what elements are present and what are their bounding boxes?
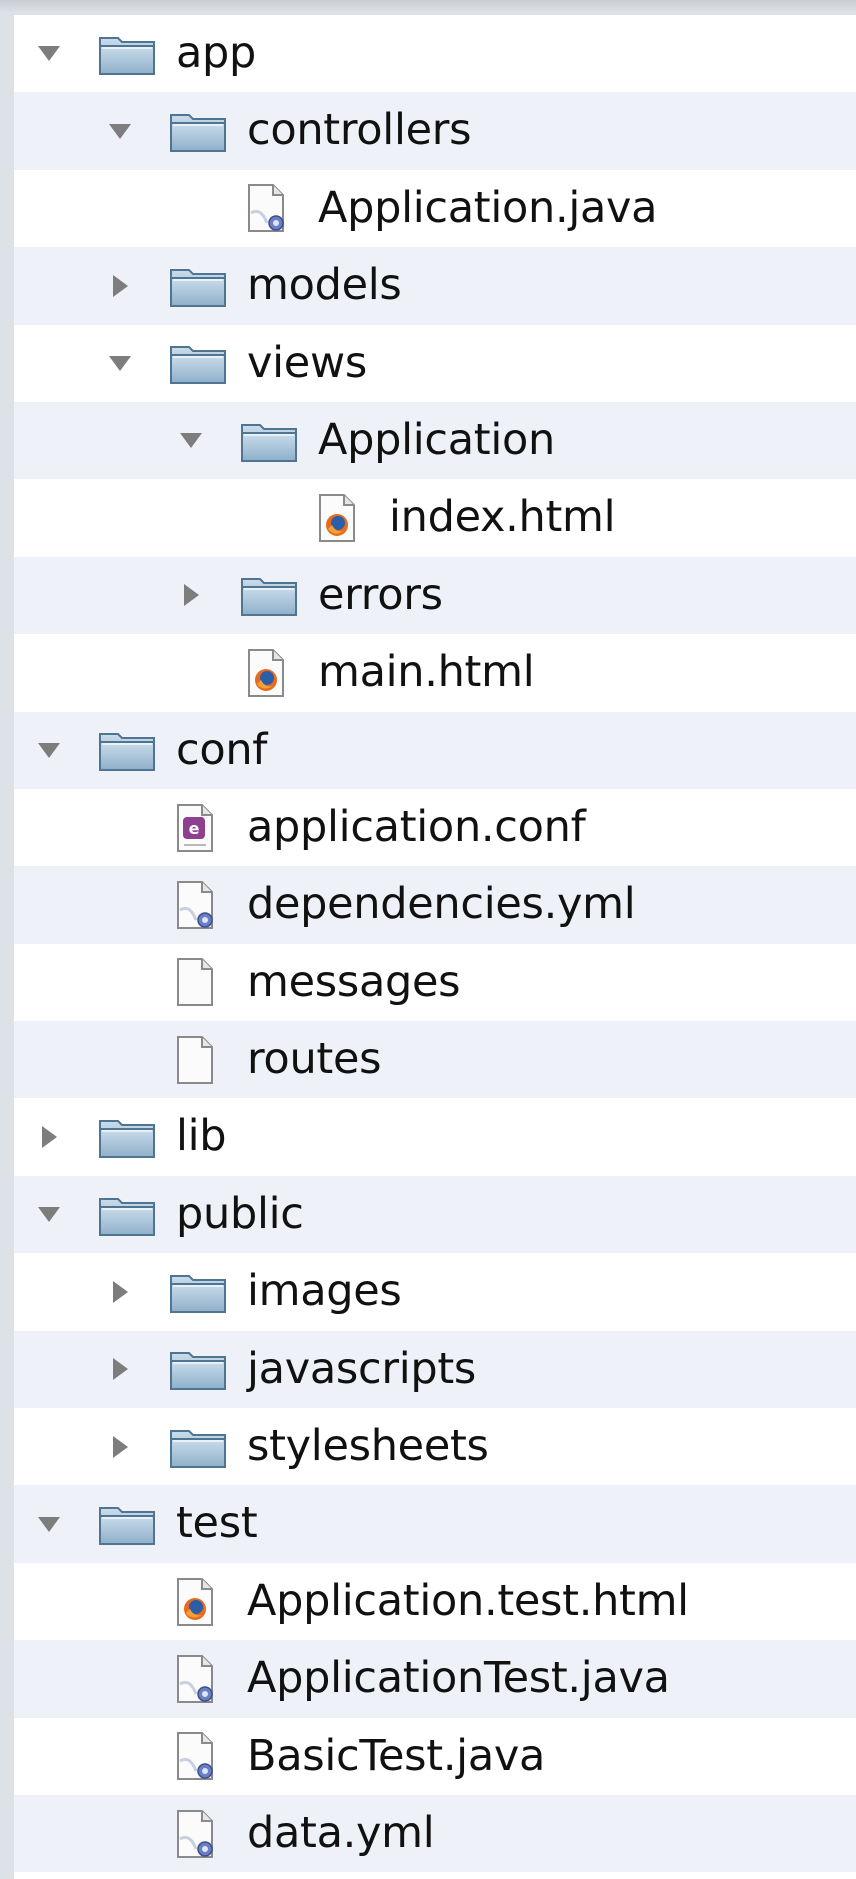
file-row[interactable]: index.html — [14, 479, 856, 556]
folder-label: Application — [318, 414, 555, 465]
file-label: main.html — [318, 647, 535, 698]
file-label: dependencies.yml — [247, 879, 636, 930]
html-file-icon — [175, 1563, 215, 1640]
folder-row[interactable]: models — [14, 247, 856, 325]
folder-row[interactable]: errors — [14, 556, 856, 635]
disclosure-expanded-icon[interactable] — [105, 92, 135, 169]
disclosure-collapsed-icon[interactable] — [105, 1408, 135, 1485]
file-label: Application.test.html — [247, 1575, 689, 1626]
svg-text:e: e — [189, 819, 200, 838]
java-file-icon — [175, 866, 215, 943]
disclosure-expanded-icon[interactable] — [105, 325, 135, 402]
folder-icon — [240, 402, 298, 479]
folder-icon — [240, 557, 298, 634]
folder-icon — [98, 1098, 156, 1175]
file-row[interactable]: Application.test.html — [14, 1563, 856, 1640]
disclosure-expanded-icon[interactable] — [176, 402, 206, 479]
folder-row[interactable]: conf — [14, 711, 856, 789]
file-label: Application.java — [318, 182, 658, 233]
folder-label: models — [247, 260, 402, 311]
blank-file-icon — [175, 1021, 215, 1098]
file-label: data.yml — [247, 1807, 435, 1858]
file-label: messages — [247, 956, 461, 1007]
folder-row[interactable]: javascripts — [14, 1330, 856, 1409]
folder-row[interactable]: images — [14, 1253, 856, 1330]
html-file-icon — [317, 479, 357, 556]
folder-row[interactable]: Application — [14, 401, 856, 480]
file-row[interactable]: messages — [14, 944, 856, 1021]
file-row[interactable]: data.yml — [14, 1794, 856, 1873]
java-file-icon — [175, 1640, 215, 1717]
folder-label: conf — [176, 724, 268, 775]
folder-row[interactable]: controllers — [14, 92, 856, 170]
file-row[interactable]: main.html — [14, 634, 856, 711]
disclosure-collapsed-icon[interactable] — [176, 557, 206, 634]
folder-row[interactable]: app — [14, 15, 856, 92]
file-row[interactable]: e application.conf — [14, 789, 856, 866]
disclosure-collapsed-icon[interactable] — [105, 1331, 135, 1408]
folder-label: test — [176, 1498, 258, 1549]
disclosure-expanded-icon[interactable] — [34, 15, 64, 92]
folder-icon — [169, 1331, 227, 1408]
folder-label: images — [247, 1266, 402, 1317]
java-file-icon — [175, 1718, 215, 1795]
folder-icon — [98, 15, 156, 92]
folder-label: stylesheets — [247, 1421, 489, 1472]
folder-label: app — [176, 28, 257, 78]
window-frame: app controllers Application.java models view… — [0, 0, 856, 1879]
folder-row[interactable]: views — [14, 325, 856, 402]
disclosure-collapsed-icon[interactable] — [105, 247, 135, 324]
folder-icon — [169, 1253, 227, 1330]
folder-label: controllers — [247, 105, 472, 156]
file-row[interactable]: routes — [14, 1021, 856, 1099]
folder-label: errors — [318, 569, 443, 620]
folder-label: lib — [176, 1111, 227, 1162]
folder-label: javascripts — [247, 1343, 477, 1394]
file-row[interactable]: BasicTest.java — [14, 1718, 856, 1795]
folder-icon — [169, 247, 227, 324]
folder-row[interactable]: public — [14, 1175, 856, 1254]
file-label: BasicTest.java — [247, 1730, 546, 1781]
folder-icon — [98, 1176, 156, 1253]
conf-file-icon: e — [175, 789, 215, 866]
folder-row[interactable]: lib — [14, 1098, 856, 1175]
folder-row[interactable]: stylesheets — [14, 1408, 856, 1485]
html-file-icon — [246, 634, 286, 711]
disclosure-expanded-icon[interactable] — [34, 1176, 64, 1253]
file-label: routes — [247, 1034, 382, 1085]
java-file-icon — [175, 1795, 215, 1872]
folder-label: public — [176, 1188, 304, 1239]
disclosure-expanded-icon[interactable] — [34, 1485, 64, 1562]
file-tree: app controllers Application.java models view… — [14, 15, 856, 1879]
file-label: index.html — [389, 492, 616, 543]
folder-icon — [169, 325, 227, 402]
folder-row[interactable]: test — [14, 1485, 856, 1563]
folder-label: views — [247, 337, 367, 388]
blank-file-icon — [175, 944, 215, 1021]
java-file-icon — [246, 170, 286, 247]
disclosure-collapsed-icon[interactable] — [105, 1253, 135, 1330]
file-row[interactable]: Application.java — [14, 170, 856, 247]
file-label: application.conf — [247, 801, 586, 852]
folder-icon — [98, 712, 156, 789]
folder-icon — [98, 1485, 156, 1562]
file-row[interactable]: dependencies.yml — [14, 866, 856, 944]
folder-icon — [169, 92, 227, 169]
file-label: ApplicationTest.java — [247, 1653, 670, 1704]
disclosure-expanded-icon[interactable] — [34, 712, 64, 789]
disclosure-collapsed-icon[interactable] — [34, 1098, 64, 1175]
file-row[interactable]: ApplicationTest.java — [14, 1640, 856, 1718]
folder-icon — [169, 1408, 227, 1485]
